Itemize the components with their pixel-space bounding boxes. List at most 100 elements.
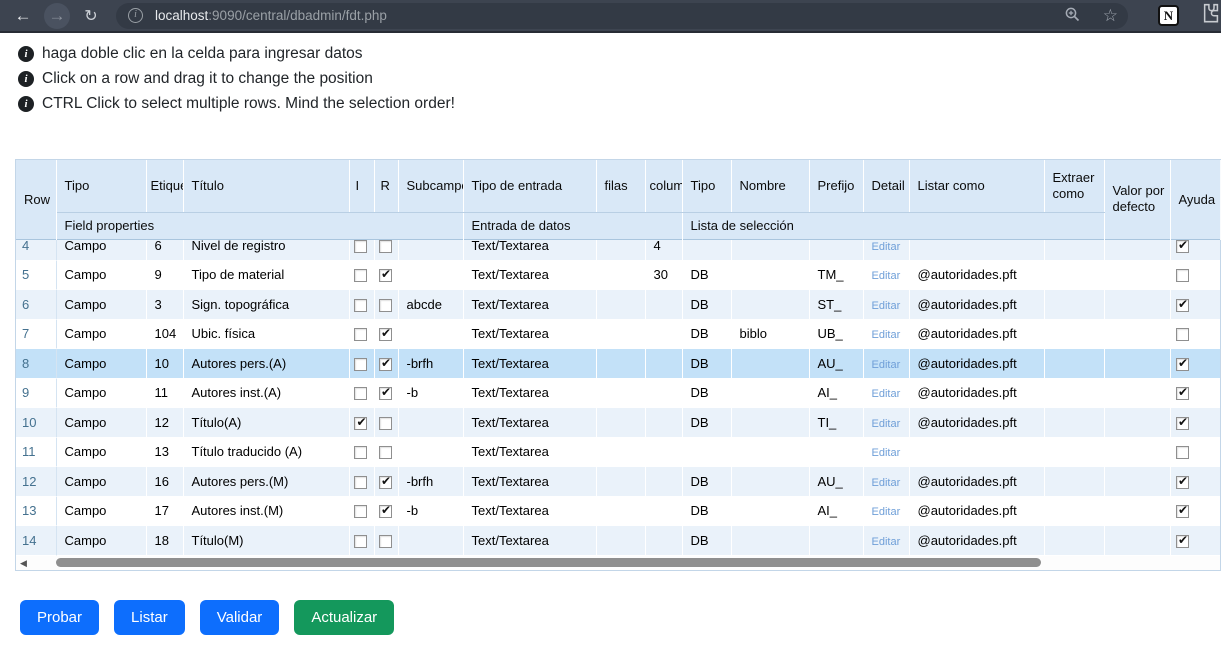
cell-prefijo[interactable]: AU_ xyxy=(809,349,863,379)
cell-etiqueta[interactable]: 13 xyxy=(146,437,183,467)
cell-etiqueta[interactable]: 11 xyxy=(146,378,183,408)
cell-tipo-entrada[interactable]: Text/Textarea xyxy=(463,526,596,556)
checkbox-ayuda[interactable] xyxy=(1170,319,1220,349)
cell-tipo-lista[interactable]: DB xyxy=(682,290,731,320)
cell-nombre[interactable] xyxy=(731,408,809,438)
checkbox-i[interactable] xyxy=(349,408,374,438)
cell-extraer-como[interactable] xyxy=(1044,319,1104,349)
cell-tipo[interactable]: Campo xyxy=(56,467,146,497)
cell-nombre[interactable] xyxy=(731,290,809,320)
checkbox-i[interactable] xyxy=(349,467,374,497)
cell-subcampos[interactable]: -b xyxy=(398,378,463,408)
cell-colum[interactable] xyxy=(645,496,682,526)
cell-titulo[interactable]: Autores inst.(A) xyxy=(183,378,349,408)
checkbox-ayuda[interactable] xyxy=(1170,467,1220,497)
cell-prefijo[interactable]: UB_ xyxy=(809,319,863,349)
cell-colum[interactable] xyxy=(645,290,682,320)
checkbox-ayuda[interactable] xyxy=(1170,260,1220,290)
cell-titulo[interactable]: Tipo de material xyxy=(183,260,349,290)
cell-titulo[interactable]: Título(A) xyxy=(183,408,349,438)
table-row[interactable]: 14 Campo 18 Título(M) Text/Textarea DB E… xyxy=(16,526,1220,556)
checkbox-r[interactable] xyxy=(374,240,398,261)
checkbox-i[interactable] xyxy=(349,378,374,408)
cell-extraer-como[interactable] xyxy=(1044,526,1104,556)
cell-extraer-como[interactable] xyxy=(1044,240,1104,261)
checkbox-ayuda[interactable] xyxy=(1170,408,1220,438)
cell-extraer-como[interactable] xyxy=(1044,408,1104,438)
cell-detail[interactable]: Editar xyxy=(863,260,909,290)
cell-titulo[interactable]: Nivel de registro xyxy=(183,240,349,261)
cell-valor-defecto[interactable] xyxy=(1104,240,1170,261)
cell-subcampos[interactable]: -b xyxy=(398,496,463,526)
cell-prefijo[interactable]: TI_ xyxy=(809,408,863,438)
cell-detail[interactable]: Editar xyxy=(863,408,909,438)
checkbox-r[interactable] xyxy=(374,290,398,320)
validar-button[interactable]: Validar xyxy=(200,600,280,636)
cell-valor-defecto[interactable] xyxy=(1104,467,1170,497)
cell-etiqueta[interactable]: 18 xyxy=(146,526,183,556)
cell-nombre[interactable]: biblo xyxy=(731,319,809,349)
notion-extension-icon[interactable]: N xyxy=(1158,5,1179,26)
cell-nombre[interactable] xyxy=(731,526,809,556)
cell-valor-defecto[interactable] xyxy=(1104,260,1170,290)
cell-extraer-como[interactable] xyxy=(1044,378,1104,408)
bookmark-star-icon[interactable]: ☆ xyxy=(1103,7,1118,24)
cell-listar-como[interactable] xyxy=(909,437,1044,467)
checkbox-i[interactable] xyxy=(349,319,374,349)
cell-tipo-lista[interactable]: DB xyxy=(682,496,731,526)
cell-filas[interactable] xyxy=(596,240,645,261)
cell-titulo[interactable]: Sign. topográfica xyxy=(183,290,349,320)
cell-filas[interactable] xyxy=(596,260,645,290)
table-row[interactable]: 5 Campo 9 Tipo de material Text/Textarea… xyxy=(16,260,1220,290)
cell-detail[interactable]: Editar xyxy=(863,437,909,467)
checkbox-ayuda[interactable] xyxy=(1170,437,1220,467)
cell-prefijo[interactable] xyxy=(809,240,863,261)
cell-detail[interactable]: Editar xyxy=(863,378,909,408)
cell-listar-como[interactable]: @autoridades.pft xyxy=(909,378,1044,408)
table-row[interactable]: 13 Campo 17 Autores inst.(M) -b Text/Tex… xyxy=(16,496,1220,526)
cell-subcampos[interactable] xyxy=(398,319,463,349)
cell-row-number[interactable]: 6 xyxy=(16,290,56,320)
table-row[interactable]: 4 Campo 6 Nivel de registro Text/Textare… xyxy=(16,240,1220,261)
table-row[interactable]: 7 Campo 104 Ubic. física Text/Textarea D… xyxy=(16,319,1220,349)
checkbox-i[interactable] xyxy=(349,349,374,379)
checkbox-r[interactable] xyxy=(374,260,398,290)
cell-etiqueta[interactable]: 17 xyxy=(146,496,183,526)
cell-listar-como[interactable] xyxy=(909,240,1044,261)
cell-valor-defecto[interactable] xyxy=(1104,290,1170,320)
cell-row-number[interactable]: 5 xyxy=(16,260,56,290)
scrollbar-thumb[interactable] xyxy=(56,558,1041,567)
cell-etiqueta[interactable]: 9 xyxy=(146,260,183,290)
checkbox-ayuda[interactable] xyxy=(1170,378,1220,408)
checkbox-i[interactable] xyxy=(349,526,374,556)
cell-nombre[interactable] xyxy=(731,349,809,379)
cell-tipo-entrada[interactable]: Text/Textarea xyxy=(463,260,596,290)
cell-extraer-como[interactable] xyxy=(1044,260,1104,290)
checkbox-r[interactable] xyxy=(374,437,398,467)
cell-extraer-como[interactable] xyxy=(1044,437,1104,467)
cell-extraer-como[interactable] xyxy=(1044,496,1104,526)
cell-tipo-entrada[interactable]: Text/Textarea xyxy=(463,290,596,320)
cell-nombre[interactable] xyxy=(731,260,809,290)
checkbox-r[interactable] xyxy=(374,319,398,349)
cell-valor-defecto[interactable] xyxy=(1104,378,1170,408)
checkbox-i[interactable] xyxy=(349,437,374,467)
cell-tipo[interactable]: Campo xyxy=(56,290,146,320)
cell-nombre[interactable] xyxy=(731,378,809,408)
cell-detail[interactable]: Editar xyxy=(863,290,909,320)
cell-tipo-lista[interactable] xyxy=(682,240,731,261)
cell-tipo-lista[interactable]: DB xyxy=(682,260,731,290)
checkbox-ayuda[interactable] xyxy=(1170,496,1220,526)
checkbox-r[interactable] xyxy=(374,467,398,497)
cell-etiqueta[interactable]: 16 xyxy=(146,467,183,497)
cell-titulo[interactable]: Título(M) xyxy=(183,526,349,556)
cell-titulo[interactable]: Autores inst.(M) xyxy=(183,496,349,526)
cell-detail[interactable]: Editar xyxy=(863,526,909,556)
table-row[interactable]: 10 Campo 12 Título(A) Text/Textarea DB T… xyxy=(16,408,1220,438)
cell-tipo-lista[interactable]: DB xyxy=(682,378,731,408)
cell-tipo-entrada[interactable]: Text/Textarea xyxy=(463,319,596,349)
cell-prefijo[interactable]: AI_ xyxy=(809,378,863,408)
cell-prefijo[interactable]: AI_ xyxy=(809,496,863,526)
cell-detail[interactable]: Editar xyxy=(863,319,909,349)
extensions-puzzle-icon[interactable] xyxy=(1197,2,1221,29)
